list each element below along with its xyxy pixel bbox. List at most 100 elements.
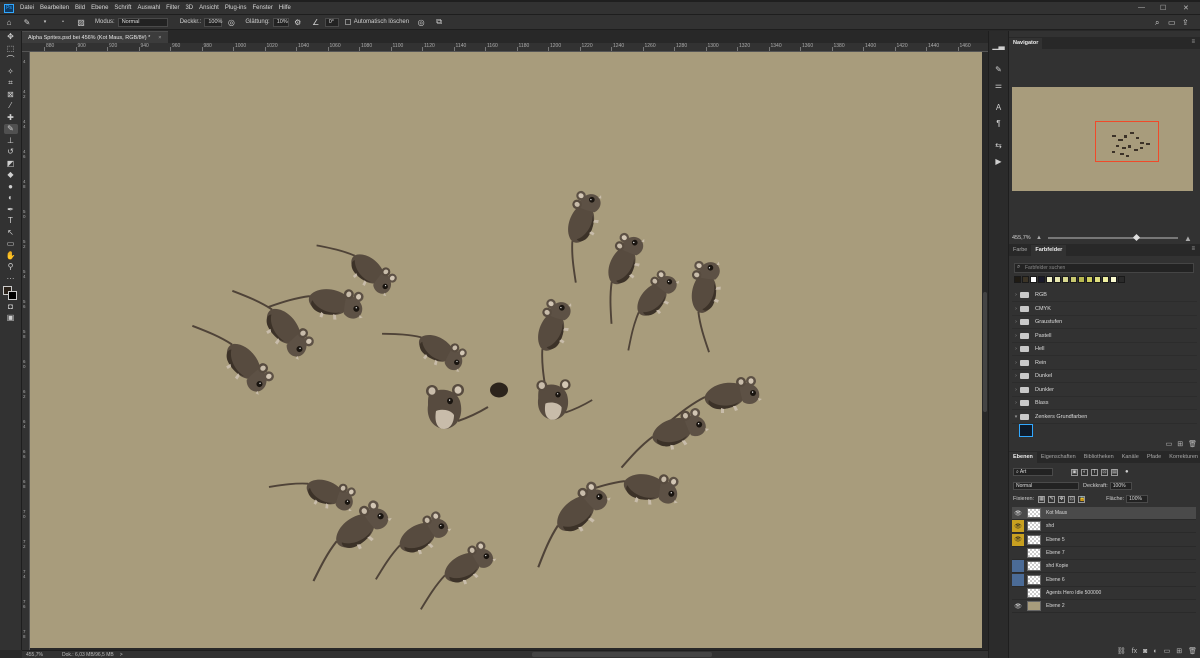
path-selection-tool-icon[interactable]: ↖ [4,228,18,238]
character-panel-icon[interactable]: A [992,101,1006,113]
swatch[interactable] [1038,276,1045,283]
paragraph-panel-icon[interactable]: ¶ [992,117,1006,129]
status-zoom[interactable]: 455,7% [26,652,56,658]
frame-tool-icon[interactable]: ⊠ [4,90,18,100]
layer-row[interactable]: Ebene 6 [1012,573,1196,587]
histogram-icon[interactable]: ▁▃ [992,39,1006,51]
tab-channels[interactable]: Kanäle [1118,452,1143,463]
brush-settings-icon[interactable]: ▨ [76,17,86,27]
navigator-view-rectangle[interactable] [1095,121,1159,162]
layer-filter-select[interactable]: ⌕ Art [1013,468,1053,476]
menu-hilfe[interactable]: Hilfe [279,5,291,11]
share-icon[interactable]: ⇪ [1182,18,1189,27]
chevron-right-icon[interactable]: › [1012,346,1020,352]
menu-schrift[interactable]: Schrift [114,5,131,11]
swatch-folder[interactable]: › RGB [1012,289,1197,302]
swatch-folder[interactable]: › Rein [1012,357,1197,370]
swatch[interactable] [1062,276,1069,283]
filter-type-icon[interactable]: T [1091,468,1098,476]
visibility-eye-icon[interactable] [1012,587,1024,599]
pressure-opacity-icon[interactable]: ◎ [226,17,236,27]
swatch-folder[interactable]: › Dunkler [1012,384,1197,397]
workspace-icon[interactable]: ▭ [1168,18,1176,27]
swatch[interactable] [1014,276,1021,283]
angle-input[interactable]: 0° [324,17,339,27]
document-tab[interactable]: Alpha Sprites.psd bei 456% (Kot Maus, RG… [22,31,168,43]
navigator-zoom-value[interactable]: 455,7% [1012,235,1036,241]
color-swatches[interactable] [2,285,19,300]
swatch[interactable] [1030,276,1037,283]
swatch-folder[interactable]: › Dunkel [1012,370,1197,383]
visibility-eye-icon[interactable]: 👁 [1012,600,1024,612]
mode-select[interactable]: Normal [117,17,168,27]
lock-artboard-icon[interactable]: ⊡ [1068,495,1076,503]
auto-erase-checkbox[interactable] [344,19,351,25]
tab-adjustments[interactable]: Korrekturen [1165,452,1200,463]
eraser-tool-icon[interactable]: ◩ [4,159,18,169]
lock-position-icon[interactable]: ✥ [1058,495,1066,503]
screen-mode-icon[interactable]: ▣ [4,313,18,323]
tab-color[interactable]: Farbe [1009,245,1031,256]
menu-ansicht[interactable]: Ansicht [199,5,219,11]
pen-tool-icon[interactable]: ✒ [4,205,18,215]
symmetry-icon[interactable]: ⧉ [434,17,444,27]
eyedropper-tool-icon[interactable]: ⁄ [4,101,18,111]
chevron-right-icon[interactable]: › [1012,319,1020,325]
chevron-right-icon[interactable]: › [1012,373,1020,379]
trash-icon[interactable]: 🗑 [1188,440,1197,448]
new-layer-icon[interactable]: ⊞ [1176,647,1182,655]
move-tool-icon[interactable]: ✥ [4,32,18,42]
menu-fenster[interactable]: Fenster [253,5,273,11]
pencil-tool-preset-icon[interactable]: ✎ [22,17,32,27]
blur-tool-icon[interactable]: ● [4,182,18,192]
navigator-preview[interactable] [1012,87,1193,191]
new-group-icon[interactable]: ▭ [1166,440,1173,448]
visibility-eye-icon[interactable] [1012,560,1024,573]
visibility-eye-icon[interactable] [1012,547,1024,559]
quick-mask-icon[interactable]: ◘ [4,302,18,312]
gear-icon[interactable]: ⚙ [293,17,303,27]
lock-transparency-icon[interactable]: ▦ [1038,495,1046,503]
selected-swatch[interactable] [1019,424,1033,437]
swatch[interactable] [1022,276,1029,283]
magic-wand-tool-icon[interactable]: ✧ [4,67,18,77]
document-canvas[interactable] [30,52,982,648]
swatch[interactable] [1070,276,1077,283]
history-panel-icon[interactable]: ⇆ [992,139,1006,151]
layer-style-icon[interactable]: fx [1132,648,1137,655]
blend-mode-select[interactable]: Normal [1013,482,1079,490]
swatch[interactable] [1046,276,1053,283]
brush-settings-panel-icon[interactable]: ✎ [992,63,1006,75]
swatch-folder[interactable]: ▾ Zenkers Grundfarben [1012,411,1197,424]
filter-adjustment-icon[interactable]: ◐ [1081,468,1088,476]
status-menu-arrow[interactable]: > [120,652,123,658]
chevron-right-icon[interactable]: › [1012,387,1020,393]
maximize-icon[interactable]: ☐ [1160,4,1166,12]
type-tool-icon[interactable]: T [4,216,18,226]
chevron-right-icon[interactable]: › [1012,400,1020,406]
tab-paths[interactable]: Pfade [1143,452,1165,463]
layer-row[interactable]: 👁 Ebene 2 [1012,600,1196,614]
tab-libraries[interactable]: Bibliotheken [1080,452,1118,463]
zoom-in-icon[interactable]: ▲ [1184,234,1192,243]
zoom-out-icon[interactable]: ▲ [1036,235,1042,241]
lasso-tool-icon[interactable]: ⌒ [4,55,18,65]
add-mask-icon[interactable]: ◙ [1143,648,1147,655]
panel-menu-icon[interactable]: ≡ [1191,39,1195,45]
filter-smart-object-icon[interactable]: ▤ [1111,468,1118,476]
pressure-size-icon[interactable]: ◎ [416,17,426,27]
new-swatch-icon[interactable]: ⊞ [1177,440,1183,448]
vertical-scroll-thumb[interactable] [983,292,987,412]
actions-panel-icon[interactable]: ▶ [992,155,1006,167]
swatch[interactable] [1054,276,1061,283]
menu-bearbeiten[interactable]: Bearbeiten [40,5,69,11]
zoom-slider-handle[interactable] [1132,233,1140,242]
link-layers-icon[interactable]: ⛓ [1117,647,1126,655]
menu-datei[interactable]: Datei [20,5,34,11]
visibility-eye-icon[interactable]: 👁 [1012,520,1024,533]
layer-row[interactable]: Ebene 7 [1012,547,1196,560]
menu-ebene[interactable]: Ebene [91,5,108,11]
lock-image-icon[interactable]: ✎ [1048,495,1056,503]
layer-opacity-input[interactable]: 100% [1109,482,1132,490]
opacity-input[interactable]: 100% [204,17,222,27]
